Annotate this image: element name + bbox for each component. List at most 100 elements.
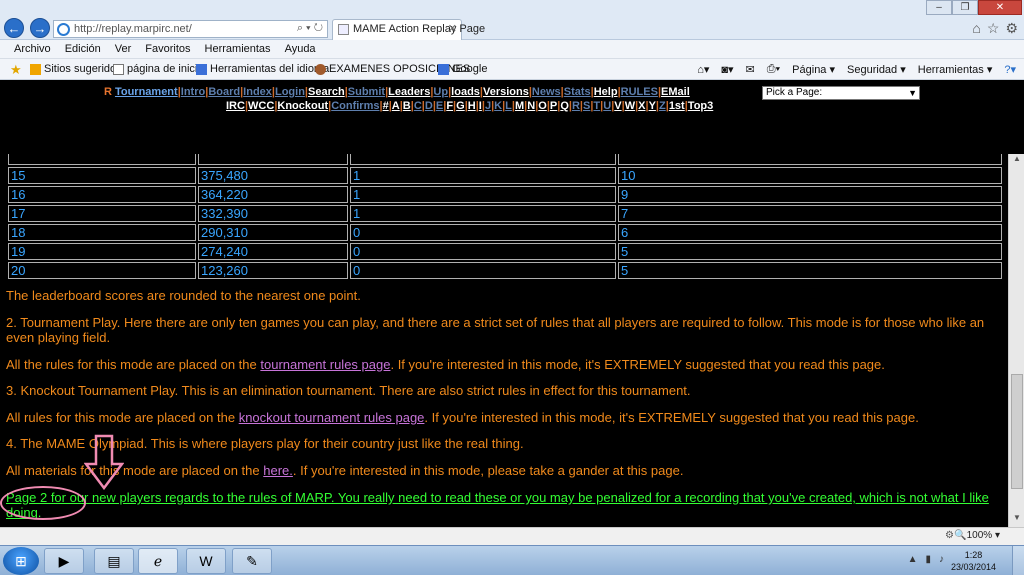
nav-link-l[interactable]: L [505,100,512,112]
help-icon[interactable]: ?▾ [1004,63,1016,76]
menu-ver[interactable]: Ver [115,43,132,55]
tray-arrow-icon[interactable]: ▲ [908,554,918,565]
nav-link-k[interactable]: K [494,100,502,112]
annotation-arrow-icon [84,434,124,490]
nav-link-submit[interactable]: Submit [348,86,385,98]
home-menu-icon[interactable]: ⌂▾ [697,63,709,76]
vertical-scrollbar[interactable]: ▲ ▼ [1008,154,1024,527]
cmd-seguridad[interactable]: Seguridad ▾ [847,63,906,76]
settings-gear-icon[interactable]: ⚙ [1005,20,1018,37]
address-url[interactable]: http://replay.marpirc.net/ [74,23,192,35]
fav-herramientas-idioma[interactable]: Herramientas del idioma [196,63,329,75]
nav-link-r[interactable]: R [572,100,580,112]
network-icon[interactable]: ▮ [925,554,931,565]
nav-link-x[interactable]: X [638,100,645,112]
nav-link-stats[interactable]: Stats [564,86,591,98]
menu-edicion[interactable]: Edición [65,43,101,55]
nav-link-b[interactable]: B [403,100,411,112]
nav-link-a[interactable]: A [392,100,400,112]
table-cell: 15 [8,167,196,184]
favorites-star-icon[interactable]: ★ [10,62,22,78]
nav-link-v[interactable]: V [614,100,621,112]
nav-link-q[interactable]: Q [560,100,569,112]
menu-ayuda[interactable]: Ayuda [285,43,316,55]
paint-icon[interactable]: ✎ [232,548,272,574]
pick-page-select[interactable]: Pick a Page: ▼ [762,86,920,100]
scroll-down-icon[interactable]: ▼ [1009,513,1024,527]
menu-archivo[interactable]: Archivo [14,43,51,55]
search-refresh-icon[interactable]: ⌕ ▾ ↻ [297,22,323,35]
start-button[interactable]: ⊞ [3,547,39,575]
nav-link-leaders[interactable]: Leaders [388,86,430,98]
nav-link-c[interactable]: C [414,100,422,112]
scroll-up-icon[interactable]: ▲ [1009,154,1024,168]
nav-link-knockout[interactable]: Knockout [277,100,328,112]
fav-sitios-sugeridos[interactable]: Sitios sugeridos [30,63,122,75]
mail-icon[interactable]: ✉ [746,63,755,76]
back-button[interactable]: ← [4,18,24,38]
internet-explorer-icon[interactable]: ℯ [138,548,178,574]
volume-icon[interactable]: ♪ [939,554,944,565]
nav-link-o[interactable]: O [538,100,547,112]
protected-mode-icon: ⚙ [945,530,954,541]
page2-rules-link[interactable]: Page 2 for our new players regards to th… [6,490,996,520]
nav-link-search[interactable]: Search [308,86,345,98]
nav-link-wcc[interactable]: WCC [248,100,274,112]
clock[interactable]: 1:28 23/03/2014 [951,549,996,573]
table-cell: 0 [350,243,616,260]
tab-mame-action-replay[interactable]: MAME Action Replay Page ✕ [332,19,485,40]
nav-link-g[interactable]: G [456,100,465,112]
nav-link-h[interactable]: H [468,100,476,112]
nav-link-login[interactable]: Login [275,86,305,98]
nav-link-m[interactable]: M [515,100,524,112]
fav-pagina-inicio[interactable]: página de inicio [113,63,203,75]
nav-link-w[interactable]: W [625,100,635,112]
table-row: 16 364,220 1 9 [8,186,1002,203]
nav-link-tournament[interactable]: Tournament [115,86,178,98]
rss-icon[interactable]: ◙▾ [721,63,733,76]
nav-link-index[interactable]: Index [243,86,272,98]
close-window-button[interactable]: ✕ [978,0,1022,15]
nav-link-versions[interactable]: Versions [483,86,529,98]
nav-link-intro[interactable]: Intro [181,86,205,98]
maximize-button[interactable]: ❐ [952,0,978,15]
knockout-rules-link[interactable]: knockout tournament rules page [239,410,425,425]
nav-link-top3[interactable]: Top3 [688,100,713,112]
nav-link-up[interactable]: Up [433,86,448,98]
word-icon[interactable]: W [186,548,226,574]
menu-favoritos[interactable]: Favoritos [145,43,190,55]
tab-close-icon[interactable]: ✕ [448,22,457,35]
show-desktop-button[interactable] [1012,546,1024,575]
nav-link-email[interactable]: EMail [661,86,690,98]
olympiad-here-link[interactable]: here. [263,463,293,478]
nav-link-z[interactable]: Z [659,100,666,112]
nav-link-news[interactable]: News [532,86,561,98]
tournament-rules-link[interactable]: tournament rules page [260,357,390,372]
cmd-herramientas[interactable]: Herramientas ▾ [918,63,993,76]
nav-link-help[interactable]: Help [594,86,618,98]
cmd-pagina[interactable]: Página ▾ [792,63,835,76]
home-icon[interactable]: ⌂ [972,20,980,37]
favorites-bar: ★ Sitios sugeridos página de inicio Herr… [0,59,1024,80]
nav-link-1st[interactable]: 1st [669,100,685,112]
nav-link-u[interactable]: U [603,100,611,112]
nav-link-n[interactable]: N [527,100,535,112]
file-explorer-icon[interactable]: ▤ [94,548,134,574]
favorites-star-icon[interactable]: ☆ [987,20,1000,37]
minimize-button[interactable]: – [926,0,952,15]
nav-link-board[interactable]: Board [208,86,240,98]
forward-button[interactable]: → [30,18,50,38]
scrollbar-thumb[interactable] [1011,374,1023,489]
zoom-level[interactable]: 🔍100% ▾ [954,530,1000,541]
print-icon[interactable]: ⎙▾ [767,63,780,76]
address-bar[interactable]: http://replay.marpirc.net/ ⌕ ▾ ↻ [53,20,328,38]
nav-link-irc[interactable]: IRC [226,100,245,112]
fav-google[interactable]: Google [438,63,487,75]
nav-link-rules[interactable]: RULES [621,86,658,98]
media-player-icon[interactable]: ▶ [44,548,84,574]
nav-link-confirms[interactable]: Confirms [331,100,379,112]
nav-link-d[interactable]: D [425,100,433,112]
nav-link-y[interactable]: Y [649,100,656,112]
menu-herramientas[interactable]: Herramientas [205,43,271,55]
nav-link-loads[interactable]: loads [451,86,480,98]
